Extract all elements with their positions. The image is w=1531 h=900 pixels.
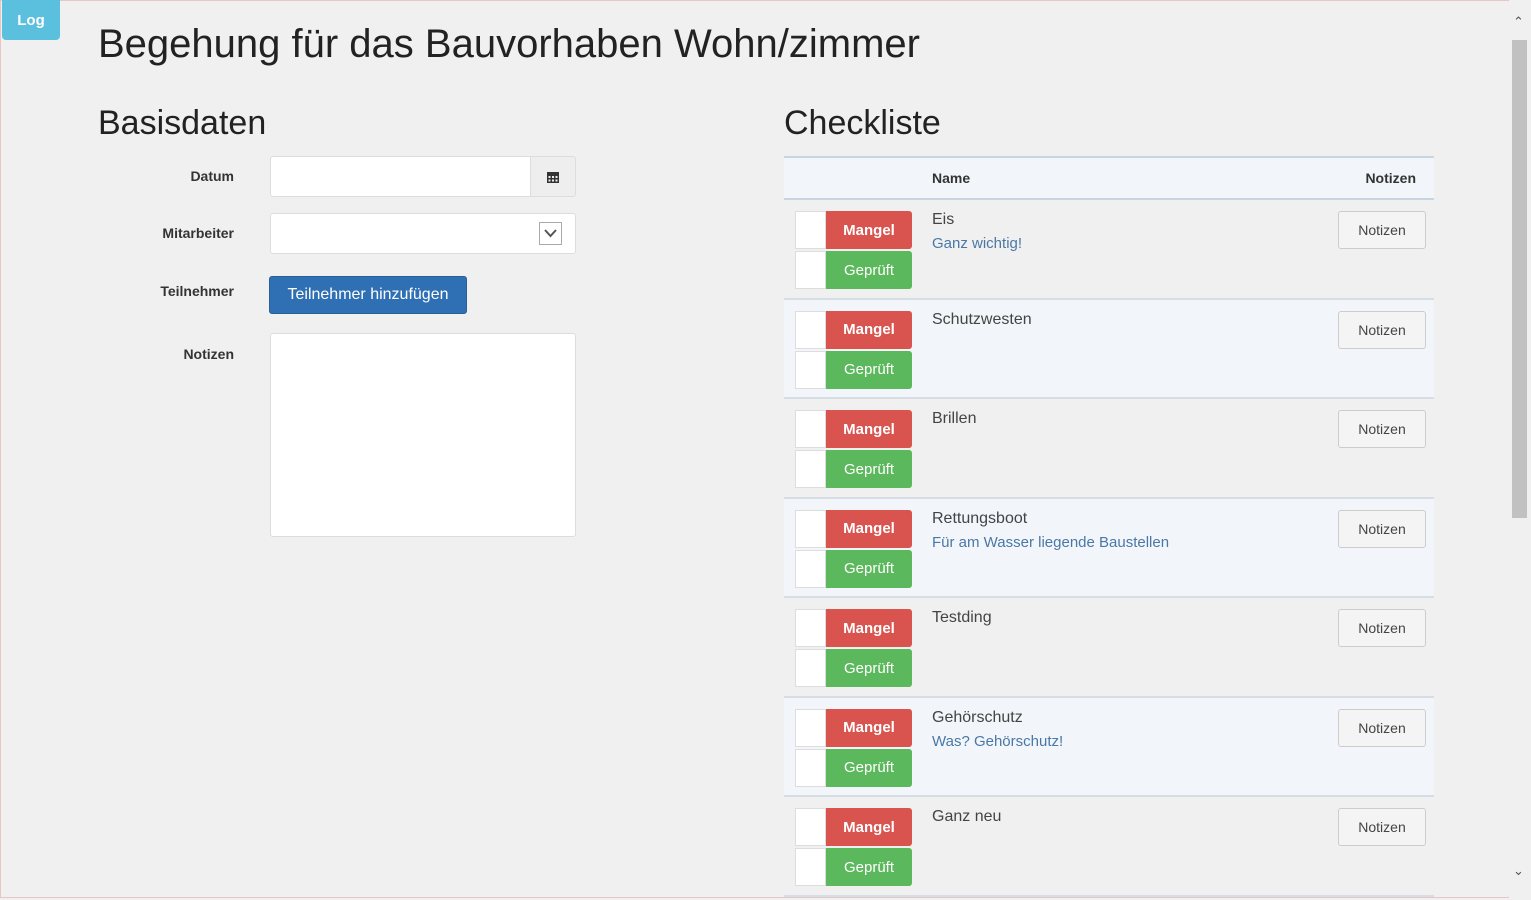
mangel-checkbox[interactable] xyxy=(795,708,826,747)
mitarbeiter-label: Mitarbeiter xyxy=(162,225,234,241)
mangel-button[interactable]: Mangel xyxy=(826,808,912,846)
mangel-checkbox[interactable] xyxy=(795,310,826,349)
chevron-down-icon xyxy=(544,229,557,238)
geprueft-checkbox[interactable] xyxy=(795,549,826,588)
name-cell: Rettungsboot Für am Wasser liegende Baust… xyxy=(932,498,1312,598)
notes-cell: Notizen xyxy=(1312,597,1434,697)
chevron-down-icon[interactable]: ⌄ xyxy=(1513,863,1524,879)
notes-cell: Notizen xyxy=(1312,398,1434,498)
notes-cell: Notizen xyxy=(1312,498,1434,598)
name-column-header: Name xyxy=(932,170,971,186)
status-cell: Mangel Geprüft xyxy=(784,697,932,797)
notes-cell: Notizen xyxy=(1312,697,1434,797)
name-cell: Brillen xyxy=(932,398,1312,498)
name-cell: Schutzwesten xyxy=(932,299,1312,399)
checklist-row: Mangel Geprüft Testding Notizen xyxy=(784,597,1434,697)
notes-cell: Notizen xyxy=(1312,199,1434,299)
geprueft-button[interactable]: Geprüft xyxy=(826,649,912,687)
geprueft-button[interactable]: Geprüft xyxy=(826,450,912,488)
mangel-checkbox[interactable] xyxy=(795,211,826,249)
notizen-column-header: Notizen xyxy=(1365,170,1416,186)
mangel-button[interactable]: Mangel xyxy=(826,708,912,747)
status-cell: Mangel Geprüft xyxy=(784,299,932,399)
checklist-row: Mangel Geprüft Brillen Notizen xyxy=(784,398,1434,498)
mitarbeiter-dropdown-arrow[interactable] xyxy=(539,222,562,245)
checkliste-title: Checkliste xyxy=(784,104,941,142)
basisdaten-title: Basisdaten xyxy=(98,104,267,142)
chevron-up-icon[interactable]: ⌃ xyxy=(1513,14,1524,30)
item-description: Was? Gehörschutz! xyxy=(932,732,1064,750)
item-name: Rettungsboot xyxy=(932,509,1028,527)
geprueft-checkbox[interactable] xyxy=(795,450,826,488)
geprueft-checkbox[interactable] xyxy=(795,350,826,389)
notes-button[interactable]: Notizen xyxy=(1338,808,1426,846)
geprueft-button[interactable]: Geprüft xyxy=(826,350,912,389)
geprueft-button[interactable]: Geprüft xyxy=(826,748,912,787)
mangel-checkbox[interactable] xyxy=(795,609,826,647)
checklist-table: Name Notizen Mangel Geprüft Eis Ganz wichti… xyxy=(784,156,1434,897)
scrollbar-thumb[interactable] xyxy=(1512,40,1527,518)
status-cell: Mangel Geprüft xyxy=(784,498,932,598)
mangel-button[interactable]: Mangel xyxy=(826,410,912,448)
vertical-scrollbar[interactable]: ⌃ ⌄ xyxy=(1509,0,1531,900)
status-column-header xyxy=(784,157,932,199)
notes-button[interactable]: Notizen xyxy=(1338,509,1426,548)
notes-button[interactable]: Notizen xyxy=(1338,310,1426,349)
mangel-button[interactable]: Mangel xyxy=(826,509,912,548)
item-name: Eis xyxy=(932,211,955,228)
status-cell: Mangel Geprüft xyxy=(784,398,932,498)
notes-button[interactable]: Notizen xyxy=(1338,211,1426,249)
item-name: Ganz neu xyxy=(932,808,1002,825)
page-title: Begehung für das Bauvorhaben Wohn/zimmer xyxy=(98,22,920,66)
item-name: Schutzwesten xyxy=(932,310,1032,328)
add-participant-button[interactable]: Teilnehmer hinzufügen xyxy=(269,276,467,314)
geprueft-checkbox[interactable] xyxy=(795,748,826,787)
checklist-row: Mangel Geprüft Rettungsboot Für am Wasser l… xyxy=(784,497,1434,598)
status-cell: Mangel Geprüft xyxy=(784,199,932,299)
geprueft-button[interactable]: Geprüft xyxy=(826,251,912,289)
geprueft-checkbox[interactable] xyxy=(795,251,826,289)
geprueft-checkbox[interactable] xyxy=(795,848,826,886)
checklist-row: Mangel Geprüft Gehörschutz Was? Gehörschutz… xyxy=(784,696,1434,797)
geprueft-button[interactable]: Geprüft xyxy=(826,549,912,588)
mitarbeiter-select[interactable] xyxy=(270,213,576,254)
name-cell: Ganz neu xyxy=(932,796,1312,896)
item-name: Brillen xyxy=(932,410,977,427)
teilnehmer-label: Teilnehmer xyxy=(160,283,234,299)
notes-cell: Notizen xyxy=(1312,299,1434,399)
name-cell: Gehörschutz Was? Gehörschutz! xyxy=(932,697,1312,797)
name-cell: Eis Ganz wichtig! xyxy=(932,199,1312,299)
log-button[interactable]: Log xyxy=(2,0,60,40)
calendar-icon xyxy=(547,171,559,183)
mangel-button[interactable]: Mangel xyxy=(826,310,912,349)
datum-input[interactable] xyxy=(270,156,532,197)
status-cell: Mangel Geprüft xyxy=(784,796,932,896)
checklist-row: Mangel Geprüft Schutzwesten Notizen xyxy=(784,298,1434,399)
name-cell: Testding xyxy=(932,597,1312,697)
notes-button[interactable]: Notizen xyxy=(1338,609,1426,647)
status-cell: Mangel Geprüft xyxy=(784,597,932,697)
item-description: Für am Wasser liegende Baustellen xyxy=(932,533,1170,551)
mangel-checkbox[interactable] xyxy=(795,509,826,548)
datum-label: Datum xyxy=(190,168,234,184)
checklist-row: Mangel Geprüft Eis Ganz wichtig! Notizen xyxy=(784,199,1434,299)
checklist-header-row: Name Notizen xyxy=(784,157,1434,199)
mangel-button[interactable]: Mangel xyxy=(826,211,912,249)
notizen-label: Notizen xyxy=(183,346,234,362)
mangel-checkbox[interactable] xyxy=(795,808,826,846)
item-description: Ganz wichtig! xyxy=(932,235,1023,252)
checklist-row: Mangel Geprüft Ganz neu Notizen xyxy=(784,796,1434,896)
mangel-button[interactable]: Mangel xyxy=(826,609,912,647)
mangel-checkbox[interactable] xyxy=(795,410,826,448)
geprueft-button[interactable]: Geprüft xyxy=(826,848,912,886)
item-name: Gehörschutz xyxy=(932,708,1023,726)
calendar-button[interactable] xyxy=(530,156,576,197)
notes-button[interactable]: Notizen xyxy=(1338,410,1426,448)
item-name: Testding xyxy=(932,609,992,626)
geprueft-checkbox[interactable] xyxy=(795,649,826,687)
notes-cell: Notizen xyxy=(1312,796,1434,896)
notes-button[interactable]: Notizen xyxy=(1338,708,1426,747)
notizen-textarea[interactable] xyxy=(270,333,576,537)
